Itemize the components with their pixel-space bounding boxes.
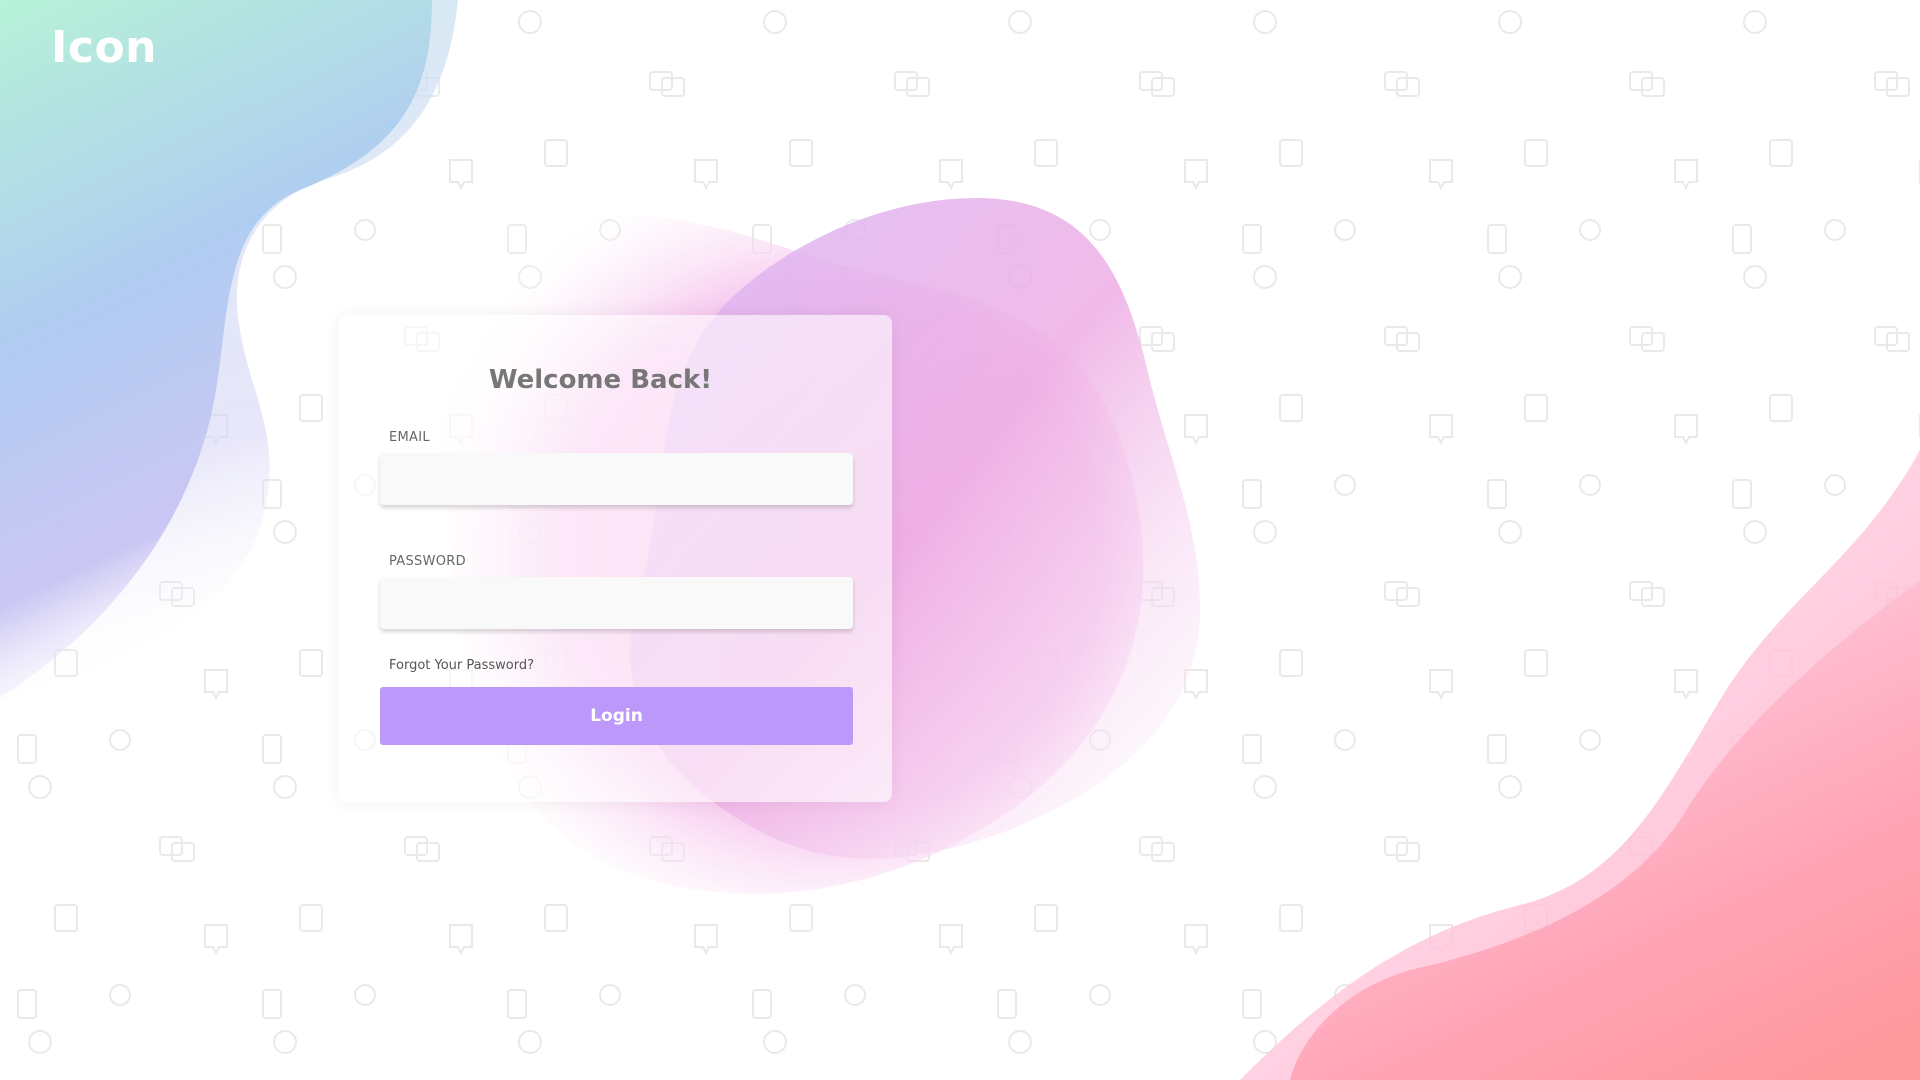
email-label: EMAIL: [389, 430, 430, 445]
bottom-right-blob: [1240, 450, 1920, 1080]
login-card: Welcome Back! EMAIL PASSWORD Forgot Your…: [339, 315, 892, 802]
brand-logo: Icon: [51, 22, 158, 73]
forgot-password-link[interactable]: Forgot Your Password?: [389, 658, 534, 673]
login-title: Welcome Back!: [488, 365, 713, 395]
password-input[interactable]: [380, 577, 853, 629]
email-input[interactable]: [380, 453, 853, 505]
password-label: PASSWORD: [389, 554, 466, 569]
login-button[interactable]: Login: [380, 687, 853, 745]
login-page: Icon Welcome Back! EMAIL PASSWORD Forgot…: [0, 0, 1920, 1080]
